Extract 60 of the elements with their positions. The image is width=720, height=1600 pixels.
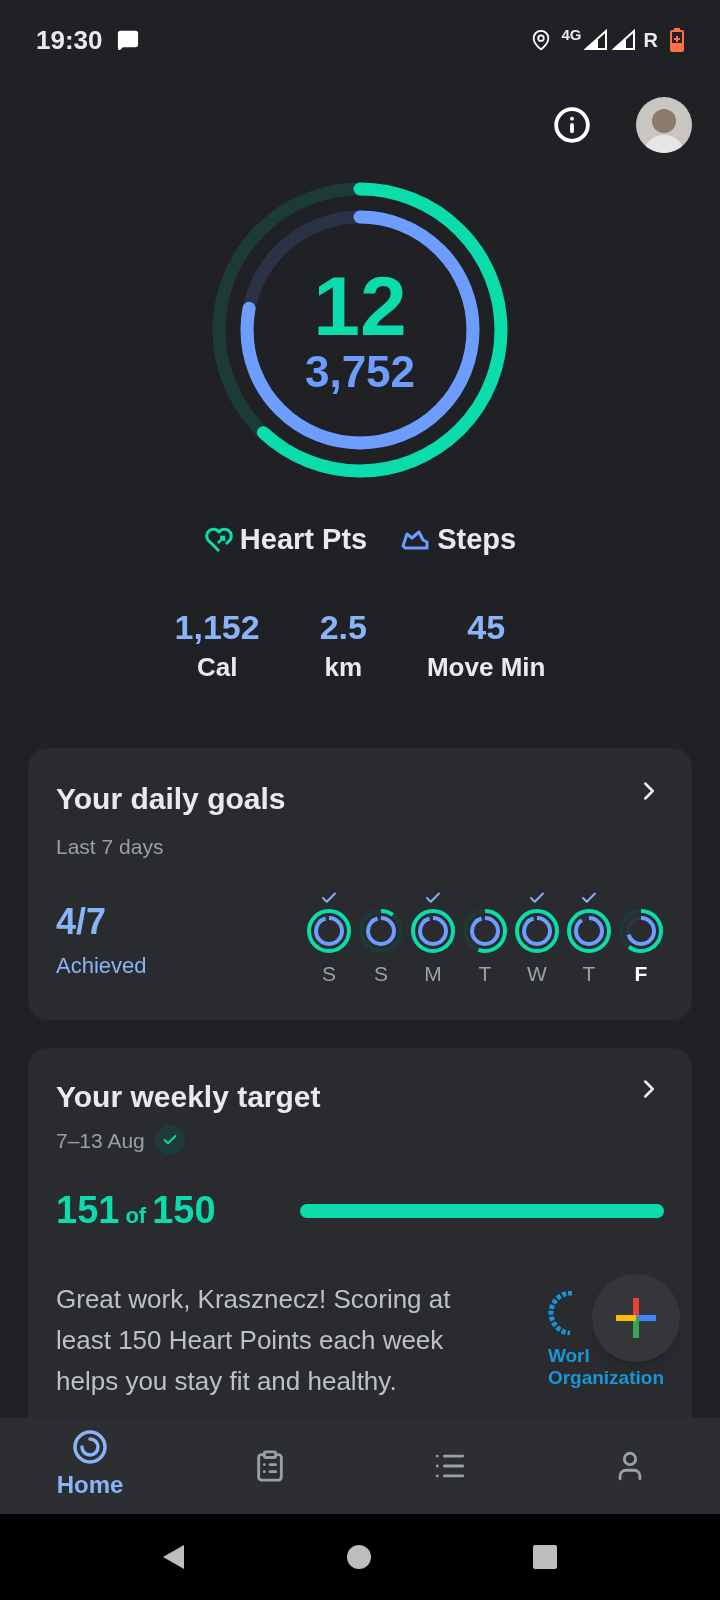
legend-label: Heart Pts [239, 522, 368, 557]
stat-label: Cal [196, 650, 238, 684]
encouragement-text: Great work, Krasznecz! Scoring at least 150 Heart Points each week helps you stay fit and healthy. [56, 1283, 452, 1398]
day-inner-ring [574, 916, 604, 946]
score-value: 151 [56, 1188, 120, 1233]
date-range: 7–13 Aug [56, 1127, 145, 1154]
heart-points-value: 12 [313, 264, 407, 348]
plus-icon [614, 1296, 658, 1340]
goals-count: 4/7 [56, 900, 108, 945]
day-outer-ring [463, 909, 507, 953]
card-subtitle: Last 7 days [56, 833, 165, 860]
home-icon[interactable] [346, 1544, 372, 1570]
weekly-target-card[interactable]: Your weekly target 7–13 Aug 151 of 150 Great work, Krasznecz! Scoring at least 150 Heart Points each week helps you stay fit and healthy. Worl Organization [28, 1047, 692, 1418]
logo-text: Organization [547, 1367, 664, 1389]
message-icon [116, 29, 139, 51]
day-outer-ring [307, 909, 351, 953]
network-type: 4G [561, 25, 582, 45]
goals-label: Achieved [56, 952, 147, 981]
day-inner-ring [522, 916, 552, 946]
info-icon [553, 106, 591, 144]
recents-icon[interactable] [532, 1544, 558, 1570]
day-inner-ring [626, 916, 656, 946]
legend-label: Steps [437, 522, 517, 557]
day-label: F [634, 961, 648, 987]
rings-icon [72, 1429, 108, 1465]
day-outer-ring [515, 909, 559, 953]
stat-value: 45 [467, 607, 506, 646]
day-outer-ring [619, 909, 663, 953]
stat-value: 2.5 [319, 607, 367, 646]
stat-label: km [324, 650, 363, 684]
day-inner-ring [366, 916, 396, 946]
day-label: T [582, 961, 596, 987]
score-of: of [125, 1202, 147, 1230]
battery-icon [670, 28, 684, 52]
signal-icon [583, 29, 608, 51]
day-label: W [527, 961, 547, 987]
day-outer-ring [567, 909, 611, 953]
day-inner-ring [470, 916, 500, 946]
clock: 19:30 [36, 23, 103, 57]
day-label: S [322, 961, 336, 987]
day-inner-ring [314, 916, 344, 946]
signal-icon [611, 29, 636, 51]
target-value: 150 [152, 1188, 216, 1233]
day-label: T [478, 961, 492, 987]
day-label: M [424, 961, 442, 987]
day-label: S [374, 961, 388, 987]
day-outer-ring [411, 909, 455, 953]
roaming-indicator: R [643, 28, 658, 53]
heart-icon [203, 525, 234, 554]
card-title: Your weekly target [56, 1078, 321, 1115]
stat-label: Move Min [426, 650, 546, 684]
stat-value: 1,152 [174, 607, 260, 646]
avatar[interactable] [636, 97, 692, 153]
daily-goals-card[interactable]: Your daily goals Last 7 days 4/7 Achieved S S M T W T F [28, 747, 692, 1020]
logo-text: Worl [547, 1345, 590, 1367]
card-title: Your daily goals [56, 780, 286, 817]
day-outer-ring [359, 909, 403, 953]
steps-value: 3,752 [304, 348, 416, 396]
day-inner-ring [418, 916, 448, 946]
back-icon[interactable] [162, 1544, 186, 1570]
